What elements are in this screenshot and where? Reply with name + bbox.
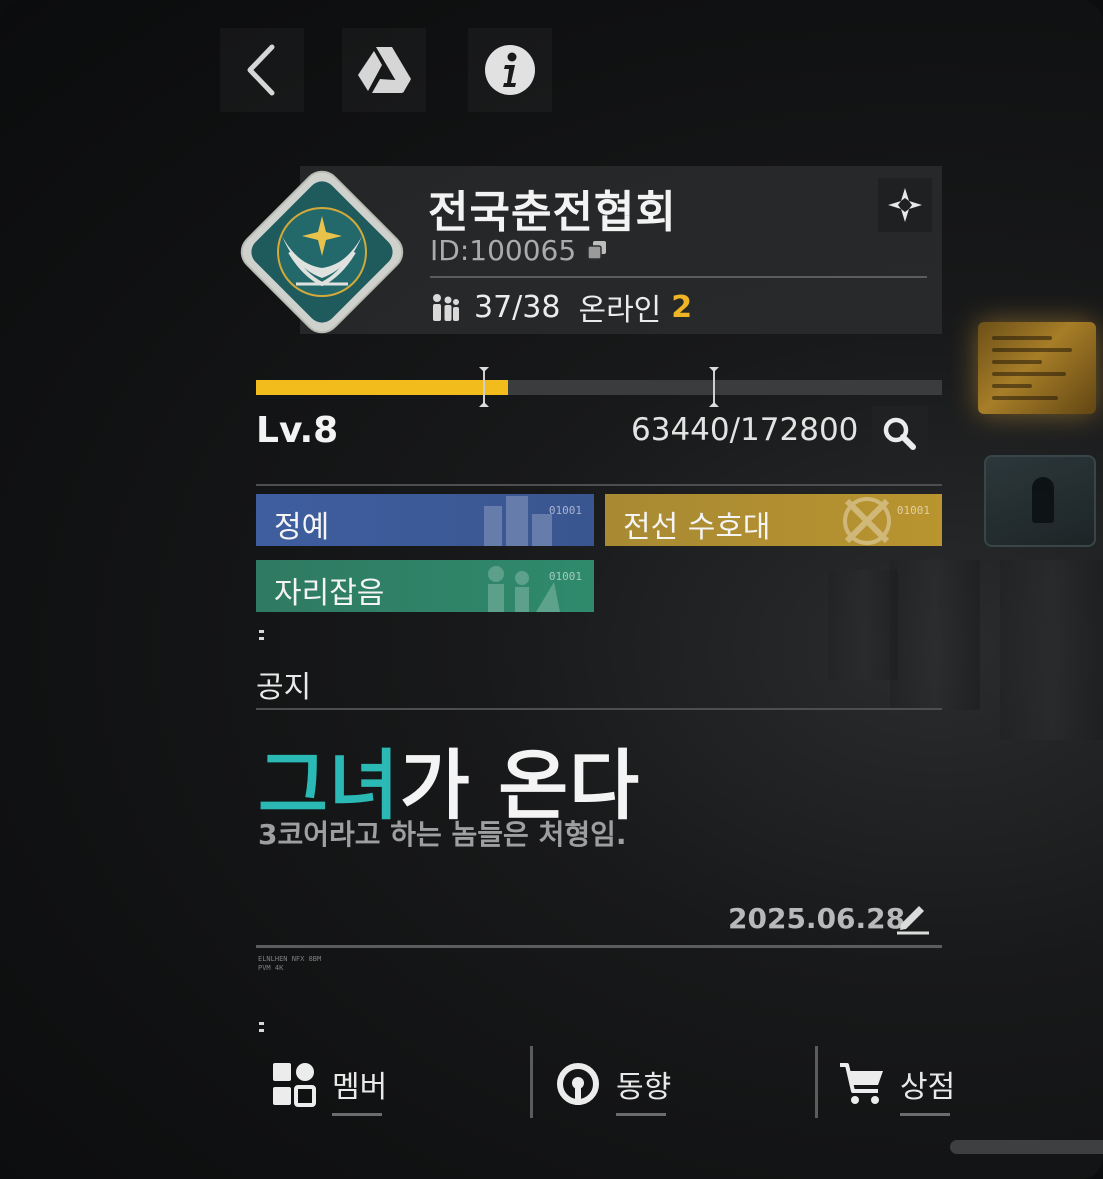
xp-progress-fill	[256, 380, 508, 395]
guild-emblem	[240, 170, 404, 334]
xp-milestone-marker	[479, 367, 489, 407]
tag-label: 자리잡음	[274, 576, 385, 611]
section-divider	[256, 484, 942, 486]
edit-notice-button[interactable]	[893, 896, 933, 936]
xp-milestone-marker	[709, 367, 719, 407]
locate-button[interactable]	[878, 178, 932, 232]
activity-icon	[554, 1060, 602, 1108]
guild-id: ID:100065	[430, 234, 576, 267]
info-icon	[485, 45, 535, 95]
decorative-tick	[259, 1029, 264, 1032]
guild-tag-elite[interactable]: 정예 01001	[256, 494, 594, 546]
nav-activity-label: 동향	[616, 1062, 671, 1116]
guild-id-label: ID:	[430, 234, 470, 267]
notice-title: 공지	[256, 670, 312, 705]
nav-activity[interactable]: 동향	[554, 1056, 671, 1116]
crosshair-icon	[888, 188, 922, 222]
chevron-left-icon	[247, 44, 275, 96]
guild-name: 전국춘전협회	[428, 187, 677, 238]
tag-code: 01001	[548, 504, 582, 517]
member-count-row: 37/38 온라인 2	[430, 287, 693, 328]
level-detail-button[interactable]	[872, 406, 928, 462]
decorative-tick	[259, 1022, 264, 1025]
members-grid-icon	[270, 1060, 318, 1108]
shop-cart-icon	[838, 1060, 886, 1108]
notice-subtitle: 3코어라고 하는 놈들은 처형임.	[258, 818, 627, 851]
background-pillar	[890, 560, 980, 710]
background-hud-screen	[978, 322, 1096, 414]
tag-label: 전선 수호대	[623, 510, 771, 545]
nav-members[interactable]: 멤버	[270, 1056, 387, 1116]
online-count: 2	[671, 289, 693, 325]
tag-label: 정예	[274, 510, 330, 545]
guild-id-value: 100065	[469, 234, 577, 267]
drive-button[interactable]	[342, 28, 426, 112]
decorative-tick	[259, 630, 264, 633]
nav-separator	[815, 1046, 818, 1118]
members-icon	[433, 294, 459, 321]
guild-tag-frontline[interactable]: 전선 수호대 01001	[605, 494, 942, 546]
notice-date: 2025.06.28	[728, 902, 906, 935]
xp-value: 63440/172800	[631, 412, 859, 448]
xp-progress-bar	[256, 380, 942, 395]
decorative-micro-text: ELNLHEN NFX 8BM PVM 4K	[258, 955, 322, 972]
header-divider	[430, 276, 927, 278]
pencil-icon	[897, 906, 929, 935]
nav-members-label: 멤버	[332, 1062, 387, 1116]
notice-bottom-divider	[256, 945, 942, 948]
tag-code: 01001	[896, 504, 930, 517]
tag-code: 01001	[548, 570, 582, 583]
guild-info-screen: 전국춘전협회 ID:100065 37/38 온라인 2 Lv.8 63440/…	[0, 0, 1103, 1179]
guild-level: Lv.8	[256, 410, 339, 451]
scroll-handle[interactable]	[950, 1140, 1103, 1154]
nav-separator	[530, 1046, 533, 1118]
notice-divider	[256, 708, 942, 710]
nav-shop-label: 상점	[900, 1062, 955, 1116]
online-label: 온라인	[578, 293, 662, 328]
decorative-tick	[259, 637, 264, 640]
nav-shop[interactable]: 상점	[838, 1056, 955, 1116]
drive-icon	[358, 47, 411, 93]
info-button[interactable]	[468, 28, 552, 112]
guild-tag-settled[interactable]: 자리잡음 01001	[256, 560, 594, 612]
back-button[interactable]	[220, 28, 304, 112]
background-pillar	[1000, 560, 1103, 740]
member-count: 37/38	[474, 289, 561, 325]
copy-icon[interactable]	[586, 239, 608, 261]
search-icon	[883, 417, 916, 450]
background-panel-screen	[984, 455, 1096, 547]
background-pillar	[828, 570, 898, 680]
